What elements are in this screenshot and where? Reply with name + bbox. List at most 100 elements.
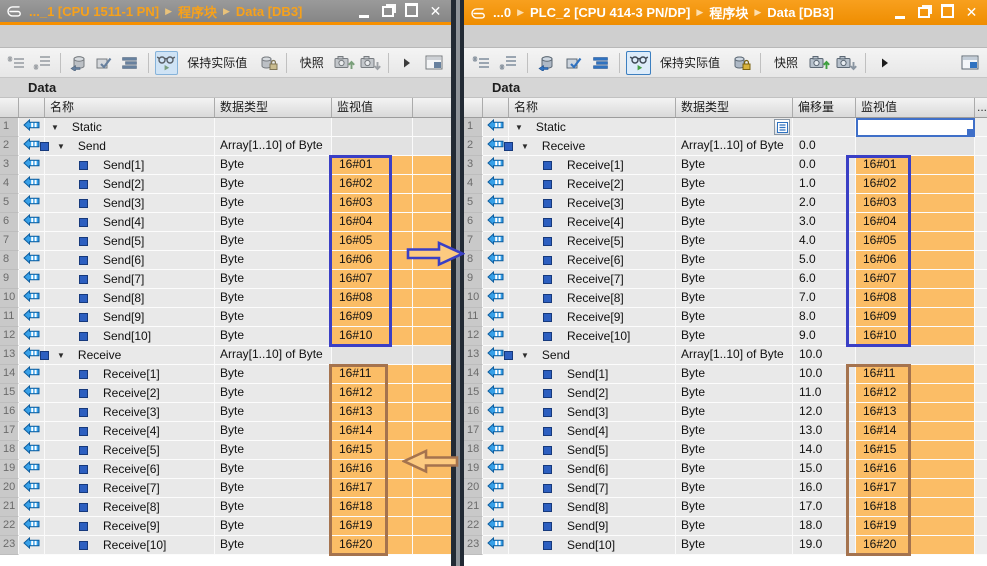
type-cell[interactable] — [676, 118, 793, 137]
offset-cell[interactable]: 9.0 — [793, 327, 856, 346]
keep-actual-values-button[interactable]: 保持实际值 — [180, 52, 254, 74]
name-cell[interactable]: ▼ Send — [504, 346, 676, 365]
type-cell[interactable]: Byte — [676, 175, 793, 194]
offset-cell[interactable]: 0.0 — [793, 156, 856, 175]
breadcrumb-segment[interactable]: PLC_2 [CPU 414-3 PN/DP] — [530, 5, 690, 20]
name-cell[interactable]: Receive[8] — [509, 289, 676, 308]
row-number[interactable]: 12 — [0, 327, 19, 346]
breadcrumb-segment[interactable]: Data [DB3] — [767, 5, 833, 20]
name-cell[interactable]: Send[3] — [45, 194, 215, 213]
offset-cell[interactable]: 1.0 — [793, 175, 856, 194]
row-number[interactable]: 6 — [464, 213, 483, 232]
offset-cell[interactable]: 4.0 — [793, 232, 856, 251]
maximize-icon[interactable] — [405, 2, 418, 18]
breadcrumb-segment[interactable]: ..._1 [CPU 1511-1 PN] — [29, 4, 159, 19]
row-number[interactable]: 5 — [0, 194, 19, 213]
name-cell[interactable]: ▼ Static — [509, 118, 676, 137]
type-cell[interactable]: Byte — [215, 270, 332, 289]
row-number[interactable]: 11 — [464, 308, 483, 327]
row-number[interactable]: 21 — [0, 498, 19, 517]
name-cell[interactable]: Receive[9] — [45, 517, 215, 536]
expand-members-icon[interactable] — [588, 51, 613, 75]
monitor-value-cell[interactable]: 16#05 — [856, 232, 975, 251]
snapshot-button[interactable]: 快照 — [767, 52, 805, 74]
name-cell[interactable]: Send[9] — [509, 517, 676, 536]
offset-cell[interactable]: 8.0 — [793, 308, 856, 327]
monitor-value-cell[interactable]: 16#17 — [856, 479, 975, 498]
header-more[interactable]: ... — [975, 98, 987, 117]
row-number[interactable]: 18 — [0, 441, 19, 460]
monitor-value-cell[interactable]: 16#09 — [856, 308, 975, 327]
monitor-value-cell[interactable]: 16#10 — [332, 327, 413, 346]
name-cell[interactable]: Send[4] — [509, 422, 676, 441]
monitor-value-cell[interactable]: 16#07 — [332, 270, 413, 289]
row-number[interactable]: 1 — [464, 118, 483, 137]
monitor-value-cell[interactable]: 16#19 — [332, 517, 413, 536]
offset-cell[interactable]: 14.0 — [793, 441, 856, 460]
type-cell[interactable]: Byte — [676, 536, 793, 555]
monitor-value-cell[interactable]: 16#15 — [332, 441, 413, 460]
maximize-icon[interactable] — [941, 4, 954, 19]
row-number[interactable]: 14 — [464, 365, 483, 384]
type-cell[interactable]: Byte — [215, 441, 332, 460]
row-number[interactable]: 16 — [464, 403, 483, 422]
close-icon[interactable]: ✕ — [429, 4, 442, 18]
name-cell[interactable]: Send[10] — [509, 536, 676, 555]
row-number[interactable]: 16 — [0, 403, 19, 422]
type-cell[interactable]: Byte — [676, 194, 793, 213]
insert-row-below-icon[interactable] — [31, 51, 55, 75]
type-cell[interactable]: Byte — [676, 517, 793, 536]
offset-cell[interactable]: 19.0 — [793, 536, 856, 555]
snapshot-upload-icon[interactable] — [807, 51, 832, 75]
monitor-value-cell[interactable]: 16#16 — [856, 460, 975, 479]
toolbar-overflow-icon[interactable] — [395, 51, 419, 75]
breadcrumb-segment[interactable]: ...0 — [493, 5, 511, 20]
row-number[interactable]: 4 — [0, 175, 19, 194]
snapshot-button[interactable]: 快照 — [293, 52, 331, 74]
name-cell[interactable]: Receive[5] — [45, 441, 215, 460]
monitor-value-cell[interactable]: 16#12 — [856, 384, 975, 403]
collapse-arrow-icon[interactable]: ▼ — [57, 347, 65, 364]
offset-cell[interactable]: 18.0 — [793, 517, 856, 536]
type-cell[interactable]: Byte — [215, 498, 332, 517]
row-number[interactable]: 7 — [464, 232, 483, 251]
type-cell[interactable]: Byte — [676, 308, 793, 327]
window-titlebar[interactable]: ...0 ▶ PLC_2 [CPU 414-3 PN/DP] ▶ 程序块 ▶ D… — [464, 0, 987, 25]
name-cell[interactable]: Receive[7] — [509, 270, 676, 289]
monitor-value-cell[interactable]: 16#18 — [856, 498, 975, 517]
monitor-value-cell[interactable]: 16#12 — [332, 384, 413, 403]
row-number[interactable]: 10 — [464, 289, 483, 308]
row-number[interactable]: 22 — [0, 517, 19, 536]
type-cell[interactable]: Byte — [676, 441, 793, 460]
type-cell[interactable]: Byte — [215, 175, 332, 194]
monitor-value-cell[interactable]: 16#05 — [332, 232, 413, 251]
name-cell[interactable]: Receive[10] — [509, 327, 676, 346]
offset-cell[interactable]: 6.0 — [793, 270, 856, 289]
type-cell[interactable] — [215, 118, 332, 137]
offset-cell[interactable] — [793, 118, 856, 137]
type-cell[interactable]: Byte — [676, 270, 793, 289]
type-cell[interactable]: Byte — [676, 251, 793, 270]
monitor-value-cell[interactable] — [856, 137, 975, 156]
header-data-type[interactable]: 数据类型 — [215, 98, 332, 117]
type-cell[interactable]: Byte — [676, 498, 793, 517]
freeze-values-icon[interactable] — [729, 51, 754, 75]
type-cell[interactable]: Array[1..10] of Byte — [215, 137, 332, 156]
row-number[interactable]: 20 — [464, 479, 483, 498]
type-cell[interactable]: Byte — [215, 213, 332, 232]
detail-view-icon[interactable] — [957, 51, 982, 75]
row-number[interactable]: 10 — [0, 289, 19, 308]
breadcrumb-segment[interactable]: 程序块 — [178, 2, 217, 21]
row-number[interactable]: 23 — [464, 536, 483, 555]
snapshot-download-icon[interactable] — [358, 51, 382, 75]
monitor-all-icon[interactable] — [626, 50, 651, 75]
type-cell[interactable]: Byte — [215, 194, 332, 213]
type-cell[interactable]: Byte — [676, 327, 793, 346]
breadcrumb-segment[interactable]: 程序块 — [709, 3, 748, 22]
toolbar-overflow-icon[interactable] — [872, 51, 897, 75]
offset-cell[interactable]: 11.0 — [793, 384, 856, 403]
name-cell[interactable]: Send[8] — [45, 289, 215, 308]
name-cell[interactable]: Send[2] — [509, 384, 676, 403]
offset-cell[interactable]: 7.0 — [793, 289, 856, 308]
type-cell[interactable]: Byte — [676, 384, 793, 403]
